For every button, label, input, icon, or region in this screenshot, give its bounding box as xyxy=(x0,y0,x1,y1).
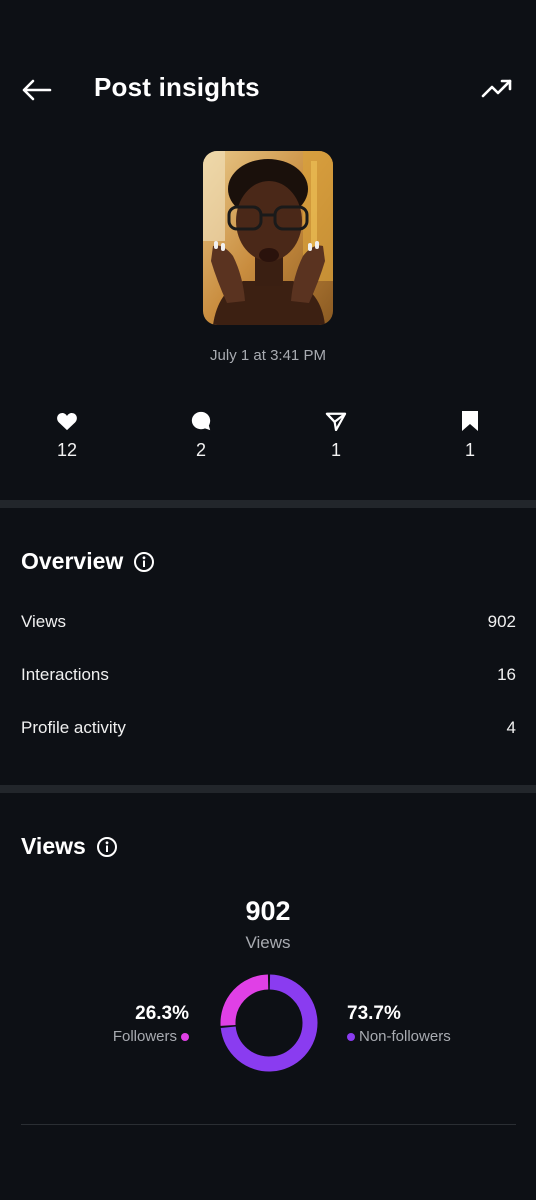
donut-slice-followers xyxy=(220,974,269,1026)
shares-stat[interactable]: 1 xyxy=(306,408,366,461)
overview-heading: Overview xyxy=(21,548,155,575)
trends-button[interactable] xyxy=(480,74,514,104)
row-value: 902 xyxy=(487,612,516,631)
row-value: 16 xyxy=(497,665,516,684)
views-heading: Views xyxy=(21,833,118,860)
heart-icon xyxy=(57,412,77,431)
arrow-left-icon xyxy=(22,79,52,101)
non-followers-percent: 73.7% xyxy=(347,1003,401,1024)
row-label: Profile activity xyxy=(21,718,126,737)
engagement-stats: 12 2 1 1 xyxy=(0,408,536,468)
section-divider xyxy=(0,785,536,793)
likes-stat[interactable]: 12 xyxy=(37,408,97,461)
likes-count: 12 xyxy=(56,440,78,460)
followers-dot xyxy=(181,1032,189,1041)
views-title: Views xyxy=(21,833,86,859)
share-icon xyxy=(325,412,347,431)
trending-up-icon xyxy=(481,79,512,98)
non-followers-dot xyxy=(347,1032,355,1041)
post-thumbnail[interactable] xyxy=(203,151,333,325)
back-button[interactable] xyxy=(18,74,54,106)
section-divider xyxy=(0,500,536,508)
saves-count: 1 xyxy=(464,440,475,460)
info-icon[interactable] xyxy=(96,836,118,858)
followers-legend: 26.3% Followers xyxy=(113,1003,189,1045)
post-date: July 1 at 3:41 PM xyxy=(210,347,326,364)
info-icon[interactable] xyxy=(133,551,155,573)
saves-stat[interactable]: 1 xyxy=(440,408,500,461)
views-total: 902 xyxy=(245,896,291,926)
non-followers-legend: 73.7% Non-followers xyxy=(347,1003,451,1045)
bottom-divider xyxy=(21,1124,516,1125)
page-title: Post insights xyxy=(94,72,260,102)
views-caption: Views xyxy=(245,933,291,952)
views-donut-chart xyxy=(220,974,318,1072)
comments-stat[interactable]: 2 xyxy=(171,408,231,461)
comment-icon xyxy=(191,411,211,431)
comments-count: 2 xyxy=(195,440,206,460)
followers-percent: 26.3% xyxy=(135,1003,189,1024)
row-label: Interactions xyxy=(21,665,109,684)
overview-row-profile-activity[interactable]: Profile activity 4 xyxy=(21,718,516,738)
non-followers-label: Non-followers xyxy=(359,1028,451,1045)
overview-title: Overview xyxy=(21,548,124,574)
overview-row-views[interactable]: Views 902 xyxy=(21,612,516,632)
row-label: Views xyxy=(21,612,67,631)
bookmark-icon xyxy=(462,411,478,431)
overview-row-interactions[interactable]: Interactions 16 xyxy=(21,665,516,685)
shares-count: 1 xyxy=(330,440,341,460)
header: Post insights xyxy=(0,58,536,120)
followers-label: Followers xyxy=(112,1028,177,1045)
row-value: 4 xyxy=(506,718,516,737)
